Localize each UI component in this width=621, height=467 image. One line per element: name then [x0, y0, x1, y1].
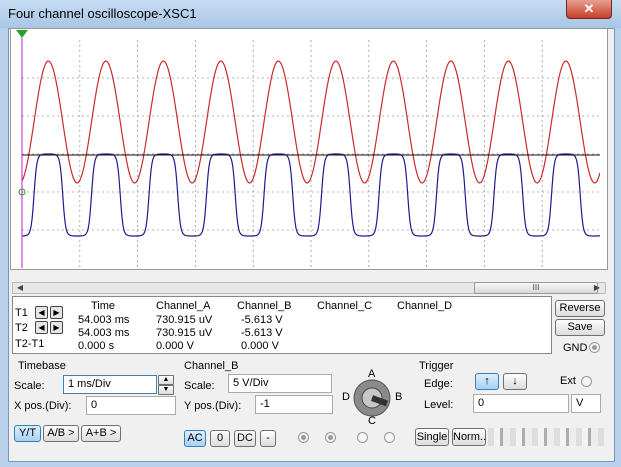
scope-plot: [22, 40, 600, 268]
channel-scale-input[interactable]: 5 V/Div: [228, 374, 332, 393]
t2-time: 54.003 ms: [78, 327, 130, 339]
pixelated-watermark: [488, 428, 604, 446]
cursor-readout-table: Time Channel_A Channel_B Channel_C Chann…: [12, 296, 552, 354]
invert-button[interactable]: -: [260, 430, 276, 447]
col-header-channel-d: Channel_D: [397, 300, 453, 312]
scroll-left-icon[interactable]: ◀: [13, 283, 27, 293]
timebase-header: Timebase: [18, 360, 66, 372]
t2-right-arrow-icon[interactable]: ▶: [50, 321, 63, 334]
gnd-label: GND: [563, 342, 588, 354]
spin-down-icon[interactable]: ▼: [158, 385, 174, 395]
zero-coupling-button[interactable]: 0: [210, 430, 230, 447]
t2-t1-time: 0.000 s: [78, 340, 115, 352]
trigger-level-label: Level:: [424, 399, 454, 411]
row-label-t1: T1: [15, 307, 28, 319]
cursor-marker[interactable]: [16, 30, 32, 270]
save-button[interactable]: Save: [555, 319, 605, 336]
scroll-right-icon[interactable]: ▶: [590, 283, 604, 293]
row-label-t2: T2: [15, 322, 28, 334]
trigger-level-unit[interactable]: V: [571, 394, 601, 413]
rising-edge-icon[interactable]: ↑: [475, 373, 499, 390]
t1-time: 54.003 ms: [78, 314, 130, 326]
yt-mode-button[interactable]: Y/T: [14, 425, 41, 442]
single-trigger-button[interactable]: Single: [415, 428, 449, 446]
col-header-channel-a: Channel_A: [156, 300, 211, 312]
close-button[interactable]: ✕: [566, 0, 612, 19]
channel-selector-knob-icon[interactable]: [352, 378, 392, 418]
timebase-xpos-label: X pos.(Div):: [14, 400, 72, 412]
scroll-thumb[interactable]: III: [474, 282, 598, 294]
t1-right-arrow-icon[interactable]: ▶: [50, 306, 63, 319]
gnd-terminal[interactable]: [589, 342, 600, 353]
channel-b-terminal-icon[interactable]: [325, 432, 336, 443]
ac-coupling-button[interactable]: AC: [184, 430, 206, 447]
t1-channel-b: -5.613 V: [241, 314, 283, 326]
spin-up-icon[interactable]: ▲: [158, 375, 174, 385]
channel-d-terminal-icon[interactable]: [384, 432, 395, 443]
ext-label: Ext: [560, 375, 576, 387]
t1-left-arrow-icon[interactable]: ◀: [35, 306, 48, 319]
ab-mode-button[interactable]: A/B >: [43, 425, 79, 442]
channel-header: Channel_B: [184, 360, 239, 372]
trigger-edge-label: Edge:: [424, 378, 453, 390]
t2-channel-b: -5.613 V: [241, 327, 283, 339]
col-header-channel-c: Channel_C: [317, 300, 373, 312]
t1-channel-a: 730.915 uV: [156, 314, 213, 326]
normal-trigger-button[interactable]: Norm...: [452, 428, 486, 446]
channel-ypos-input[interactable]: -1: [255, 395, 333, 414]
window-title: Four channel oscilloscope-XSC1: [8, 6, 197, 21]
channel-a-terminal-icon[interactable]: [298, 432, 309, 443]
trigger-header: Trigger: [419, 360, 454, 372]
t2-t1-channel-a: 0.000 V: [156, 340, 194, 352]
aplusb-mode-button[interactable]: A+B >: [81, 425, 121, 442]
col-header-time: Time: [91, 300, 116, 312]
t2-t1-channel-b: 0.000 V: [241, 340, 279, 352]
falling-edge-icon[interactable]: ↓: [503, 373, 527, 390]
timebase-scale-label: Scale:: [14, 380, 45, 392]
ext-trigger-terminal[interactable]: [581, 376, 592, 387]
t2-left-arrow-icon[interactable]: ◀: [35, 321, 48, 334]
row-label-t2-t1: T2-T1: [15, 338, 45, 350]
timebase-xpos-input[interactable]: 0: [86, 396, 176, 415]
t2-channel-a: 730.915 uV: [156, 327, 213, 339]
channel-scale-label: Scale:: [184, 380, 215, 392]
knob-label-d: D: [342, 391, 350, 403]
channel-c-terminal-icon[interactable]: [357, 432, 368, 443]
dc-coupling-button[interactable]: DC: [234, 430, 256, 447]
trigger-level-input[interactable]: 0: [473, 394, 569, 413]
reverse-button[interactable]: Reverse: [555, 300, 605, 317]
knob-label-b: B: [395, 391, 403, 403]
timebase-scale-input[interactable]: 1 ms/Div: [63, 375, 157, 394]
channel-ypos-label: Y pos.(Div):: [184, 400, 242, 412]
col-header-channel-b: Channel_B: [237, 300, 292, 312]
